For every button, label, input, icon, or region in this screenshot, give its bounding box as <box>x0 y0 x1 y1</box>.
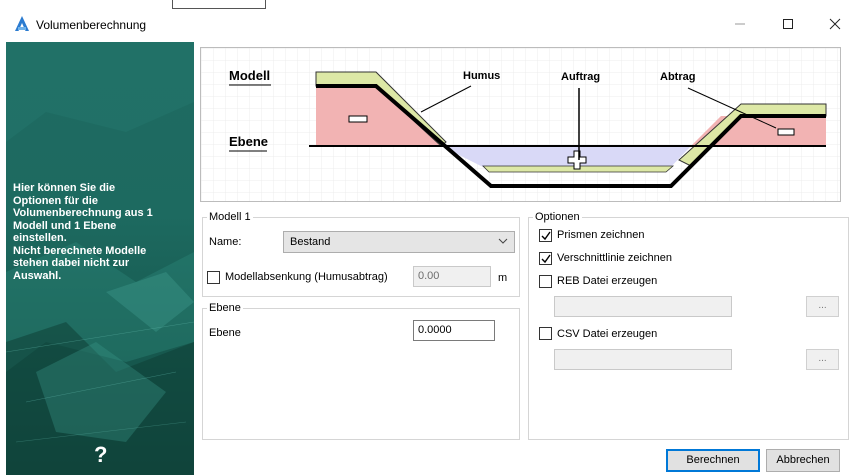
maximize-button[interactable] <box>765 9 811 39</box>
minimize-icon <box>735 23 745 25</box>
cutline-label: Verschnittlinie zeichnen <box>557 252 672 264</box>
compute-button[interactable]: Berechnen <box>666 449 760 472</box>
lowering-label: Modellabsenkung (Humusabtrag) <box>225 271 388 283</box>
plane-value-input[interactable]: 0.0000 <box>413 320 495 341</box>
csv-checkbox[interactable] <box>539 327 552 340</box>
cancel-button[interactable]: Abbrechen <box>766 449 840 472</box>
diagram-label-fill: Auftrag <box>561 71 601 83</box>
lowering-checkbox[interactable] <box>207 271 220 284</box>
minimize-button[interactable] <box>717 9 763 39</box>
plane-group-title: Ebene <box>207 302 243 314</box>
model-name-value: Bestand <box>290 236 331 248</box>
window-title: Volumenberechnung <box>36 18 147 32</box>
prisms-checkbox[interactable] <box>539 229 552 242</box>
csv-browse-button[interactable]: ... <box>806 349 839 370</box>
diagram-label-plane: Ebene <box>229 134 269 149</box>
options-group-title: Optionen <box>533 211 582 223</box>
title-bar: Volumenberechnung <box>0 9 850 42</box>
checkmark-icon <box>541 254 551 264</box>
plane-label: Ebene <box>209 327 241 339</box>
diagram-label-cut: Abtrag <box>660 71 696 83</box>
maximize-icon <box>783 19 793 29</box>
lowering-unit: m <box>498 272 508 284</box>
csv-label: CSV Datei erzeugen <box>557 328 658 340</box>
help-icon[interactable]: ? <box>94 442 107 468</box>
model-group-title: Modell 1 <box>207 211 253 223</box>
info-sidebar: Hier können Sie die Optionen für die Vol… <box>6 42 194 475</box>
sidebar-description: Hier können Sie die Optionen für die Vol… <box>13 182 153 282</box>
reb-label: REB Datei erzeugen <box>557 275 658 287</box>
close-icon <box>829 18 841 30</box>
prisms-label: Prismen zeichnen <box>557 229 645 241</box>
close-button[interactable] <box>812 9 850 39</box>
app-logo-icon <box>15 16 29 31</box>
name-label: Name: <box>209 236 242 248</box>
checkmark-icon <box>541 231 551 241</box>
lowering-value-input[interactable]: 0.00 <box>413 266 491 287</box>
reb-path-input[interactable] <box>554 296 732 317</box>
diagram-label-humus: Humus <box>463 70 501 82</box>
reb-checkbox[interactable] <box>539 275 552 288</box>
cutline-checkbox[interactable] <box>539 252 552 265</box>
cut-fill-illustration <box>201 48 840 201</box>
csv-path-input[interactable] <box>554 349 732 370</box>
chevron-down-icon <box>498 238 508 244</box>
reb-browse-button[interactable]: ... <box>806 296 839 317</box>
volume-diagram: Modell Ebene Humus Auftrag Abtrag <box>200 47 841 202</box>
partial-frame <box>172 0 266 9</box>
model-name-select[interactable]: Bestand <box>283 231 515 253</box>
diagram-label-model: Modell <box>229 68 271 83</box>
